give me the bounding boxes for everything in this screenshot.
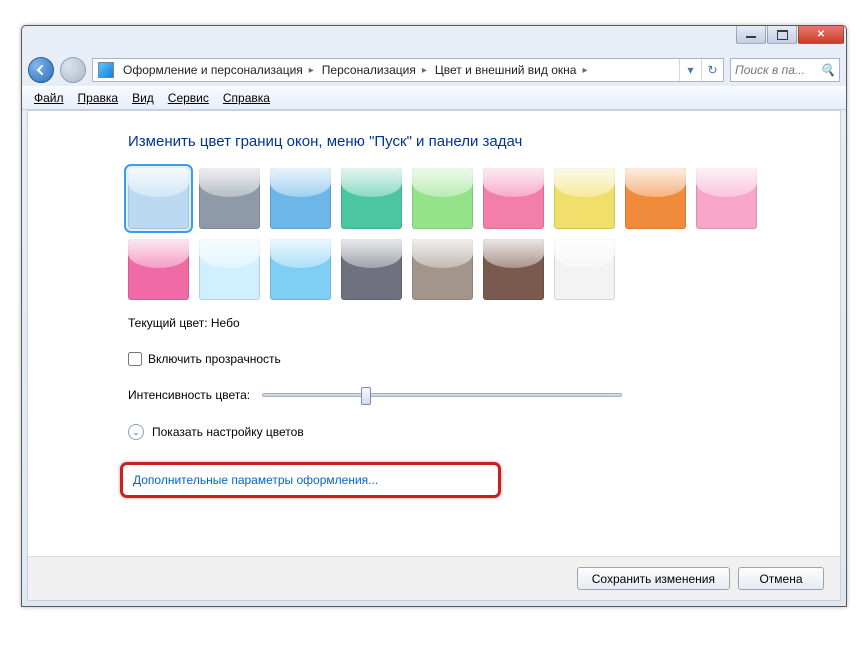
color-swatch[interactable] <box>625 168 686 229</box>
show-mixer-label: Показать настройку цветов <box>152 425 304 439</box>
menu-tools[interactable]: Сервис <box>168 91 209 105</box>
color-swatch[interactable] <box>128 168 189 229</box>
cancel-button[interactable]: Отмена <box>738 567 824 590</box>
title-bar <box>22 26 846 54</box>
close-button[interactable] <box>798 26 844 44</box>
color-swatch[interactable] <box>483 168 544 229</box>
color-swatch[interactable] <box>412 239 473 300</box>
intensity-row: Интенсивность цвета: <box>128 388 840 402</box>
current-color-label: Текущий цвет: <box>128 316 208 330</box>
slider-thumb[interactable] <box>361 387 371 405</box>
color-swatch[interactable] <box>696 168 757 229</box>
color-swatch[interactable] <box>412 168 473 229</box>
menu-edit[interactable]: Правка <box>78 91 119 105</box>
breadcrumb[interactable]: Цвет и внешний вид окна <box>431 59 592 81</box>
back-button[interactable] <box>28 57 54 83</box>
footer-bar: Сохранить изменения Отмена <box>28 556 840 600</box>
color-swatch[interactable] <box>270 168 331 229</box>
chevron-down-icon: ⌄ <box>128 424 144 440</box>
menu-file[interactable]: Файл <box>34 91 64 105</box>
search-input[interactable] <box>735 63 807 77</box>
color-swatch[interactable] <box>128 239 189 300</box>
menu-help[interactable]: Справка <box>223 91 270 105</box>
transparency-checkbox[interactable] <box>128 352 142 366</box>
show-color-mixer[interactable]: ⌄ Показать настройку цветов <box>128 424 840 440</box>
color-swatch[interactable] <box>554 168 615 229</box>
control-panel-window: Оформление и персонализация Персонализац… <box>21 25 847 607</box>
menu-bar: Файл Правка Вид Сервис Справка <box>22 86 846 110</box>
content-area: Изменить цвет границ окон, меню "Пуск" и… <box>27 110 841 601</box>
color-swatch-grid <box>128 168 768 300</box>
color-swatch[interactable] <box>483 239 544 300</box>
minimize-button[interactable] <box>736 26 766 44</box>
refresh-icon[interactable]: ↻ <box>701 59 723 81</box>
color-swatch[interactable] <box>199 168 260 229</box>
color-swatch[interactable] <box>270 239 331 300</box>
maximize-button[interactable] <box>767 26 797 44</box>
color-swatch[interactable] <box>554 239 615 300</box>
color-swatch[interactable] <box>199 239 260 300</box>
menu-view[interactable]: Вид <box>132 91 154 105</box>
navigation-row: Оформление и персонализация Персонализац… <box>22 54 846 86</box>
history-dropdown-icon[interactable]: ▾ <box>679 59 701 81</box>
address-bar[interactable]: Оформление и персонализация Персонализац… <box>92 58 724 82</box>
color-swatch[interactable] <box>341 168 402 229</box>
search-icon: 🔍 <box>820 63 835 77</box>
intensity-label: Интенсивность цвета: <box>128 388 250 402</box>
breadcrumb[interactable]: Оформление и персонализация <box>119 59 318 81</box>
forward-button[interactable] <box>60 57 86 83</box>
current-color-row: Текущий цвет: Небо <box>128 316 840 330</box>
color-swatch[interactable] <box>341 239 402 300</box>
save-button[interactable]: Сохранить изменения <box>577 567 730 590</box>
transparency-row[interactable]: Включить прозрачность <box>128 352 840 366</box>
breadcrumb[interactable]: Персонализация <box>318 59 431 81</box>
search-box[interactable]: 🔍 <box>730 58 840 82</box>
location-icon <box>98 62 114 78</box>
highlight-annotation: Дополнительные параметры оформления... <box>120 462 501 498</box>
page-title: Изменить цвет границ окон, меню "Пуск" и… <box>128 133 840 150</box>
current-color-name: Небо <box>211 316 240 330</box>
advanced-appearance-link[interactable]: Дополнительные параметры оформления... <box>133 473 378 487</box>
intensity-slider[interactable] <box>262 393 622 397</box>
transparency-label: Включить прозрачность <box>148 352 281 366</box>
